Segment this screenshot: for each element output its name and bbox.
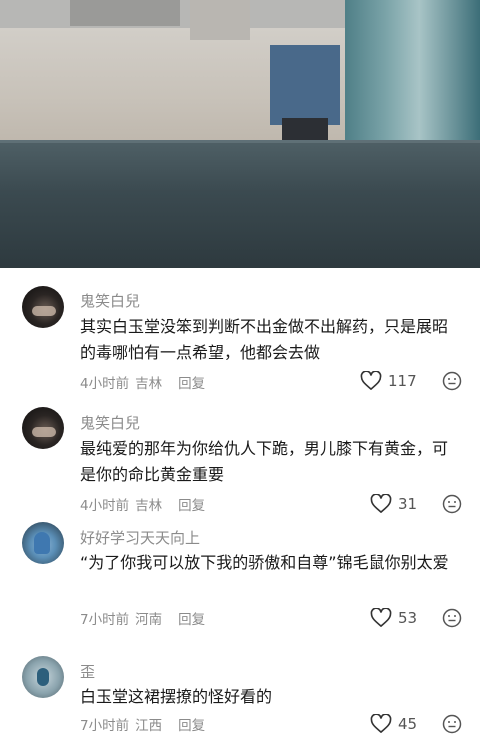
- comment-location: 吉林: [135, 498, 163, 514]
- emoji-face-icon[interactable]: [442, 714, 462, 734]
- comment-text: “为了你我可以放下我的骄傲和自尊”锦毛鼠你别太爱: [80, 553, 449, 572]
- reply-button[interactable]: 回复: [178, 376, 205, 392]
- comment-username[interactable]: 歪: [80, 661, 95, 682]
- comment-username[interactable]: 鬼笑白兒: [80, 412, 140, 433]
- reply-button[interactable]: 回复: [178, 498, 205, 514]
- avatar[interactable]: [22, 407, 64, 449]
- heart-outline-icon: [360, 371, 382, 390]
- scene-table-edge: [0, 140, 480, 143]
- like-button[interactable]: 117: [360, 371, 417, 390]
- comment-text: 白玉堂这裙摆撩的怪好看的: [80, 687, 273, 706]
- comment-username[interactable]: 鬼笑白兒: [80, 290, 140, 311]
- comment-location: 河南: [135, 612, 163, 628]
- scene-table: [0, 140, 480, 268]
- avatar[interactable]: [22, 522, 64, 564]
- avatar[interactable]: [22, 656, 64, 698]
- comment-time: 4小时前: [80, 376, 130, 392]
- comment-time: 7小时前: [80, 718, 130, 734]
- video-frame[interactable]: [0, 0, 480, 268]
- like-count: 31: [398, 494, 418, 513]
- comment-meta: 7小时前 河南 回复: [80, 608, 211, 628]
- comment-location: 江西: [135, 718, 163, 734]
- comment-meta: 4小时前 吉林 回复: [80, 372, 211, 392]
- comment-username[interactable]: 好好学习天天向上: [80, 527, 200, 548]
- like-button[interactable]: 45: [370, 714, 417, 733]
- avatar[interactable]: [22, 286, 64, 328]
- like-button[interactable]: 53: [370, 608, 417, 627]
- scene-object: [190, 0, 250, 40]
- comment-time: 4小时前: [80, 498, 130, 514]
- heart-outline-icon: [370, 714, 392, 733]
- comment-time: 7小时前: [80, 612, 130, 628]
- comment-text: 其实白玉堂没笨到判断不出金做不出解药，只是展昭的毒哪怕有一点希望，他都会去做: [80, 317, 449, 362]
- comment-text: 最纯爱的那年为你给仇人下跪，男儿膝下有黄金，可是你的命比黄金重要: [80, 439, 449, 484]
- reply-button[interactable]: 回复: [178, 718, 205, 734]
- comment-meta: 4小时前 吉林 回复: [80, 494, 211, 514]
- heart-outline-icon: [370, 608, 392, 627]
- emoji-face-icon[interactable]: [442, 371, 462, 391]
- like-count: 117: [388, 371, 417, 390]
- like-count: 53: [398, 608, 418, 627]
- scene-figure: [270, 45, 340, 125]
- reply-button[interactable]: 回复: [178, 612, 205, 628]
- comment-meta: 7小时前 江西 回复: [80, 714, 211, 734]
- scene-object: [70, 0, 180, 26]
- emoji-face-icon[interactable]: [442, 494, 462, 514]
- comment-location: 吉林: [135, 376, 163, 392]
- like-count: 45: [398, 714, 418, 733]
- heart-outline-icon: [370, 494, 392, 513]
- like-button[interactable]: 31: [370, 494, 417, 513]
- emoji-face-icon[interactable]: [442, 608, 462, 628]
